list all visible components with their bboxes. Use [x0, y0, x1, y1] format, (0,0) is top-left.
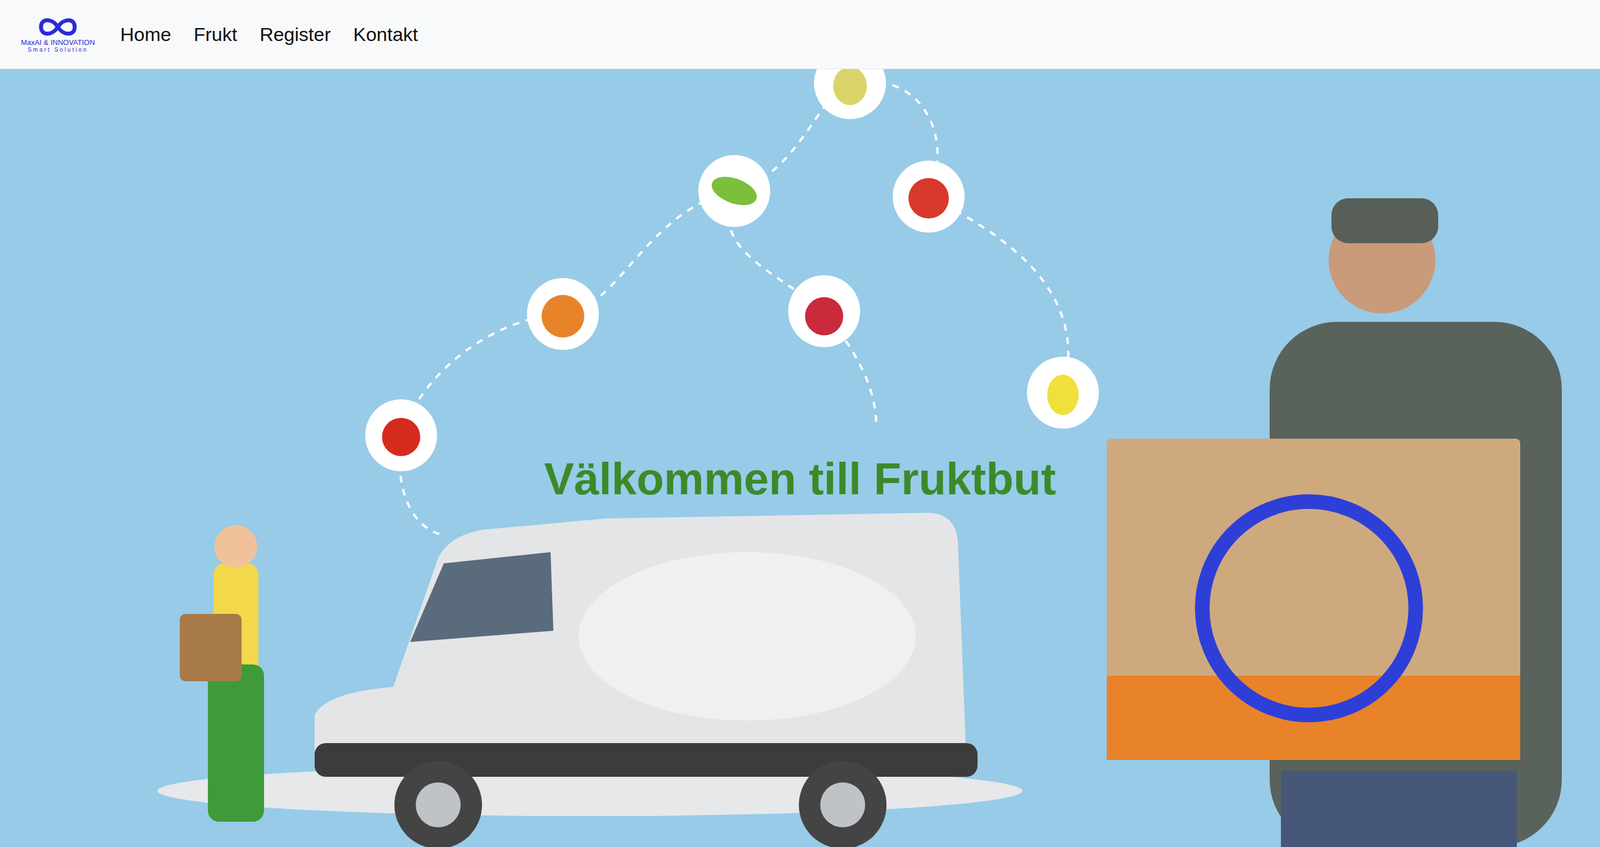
van [314, 512, 978, 847]
logo-subtitle: Smart Solution [27, 46, 89, 54]
nav-item: Register [250, 14, 340, 55]
hero-heading: Välkommen till Fruktbut [543, 451, 1056, 508]
fruit-circles [365, 69, 1099, 472]
navbar: MaxAI & INNOVATION Smart Solution HomeFr… [0, 0, 1600, 70]
delivery-person [1106, 198, 1562, 847]
nav-item: Home [111, 14, 181, 55]
nav-link[interactable]: Kontakt [344, 14, 427, 55]
nav-item: Frukt [184, 14, 247, 55]
logo-title: MaxAI & INNOVATION [20, 38, 95, 47]
cartoon-person [179, 525, 265, 822]
nav-menu: HomeFruktRegisterKontakt [111, 14, 427, 55]
nav-link[interactable]: Register [250, 14, 340, 55]
brand-logo[interactable]: MaxAI & INNOVATION Smart Solution [15, 15, 100, 54]
infinity-logo-icon [35, 15, 81, 39]
nav-item: Kontakt [344, 14, 427, 55]
hero: Välkommen till Fruktbut [0, 69, 1600, 847]
nav-link[interactable]: Home [111, 14, 181, 55]
nav-link[interactable]: Frukt [184, 14, 247, 55]
